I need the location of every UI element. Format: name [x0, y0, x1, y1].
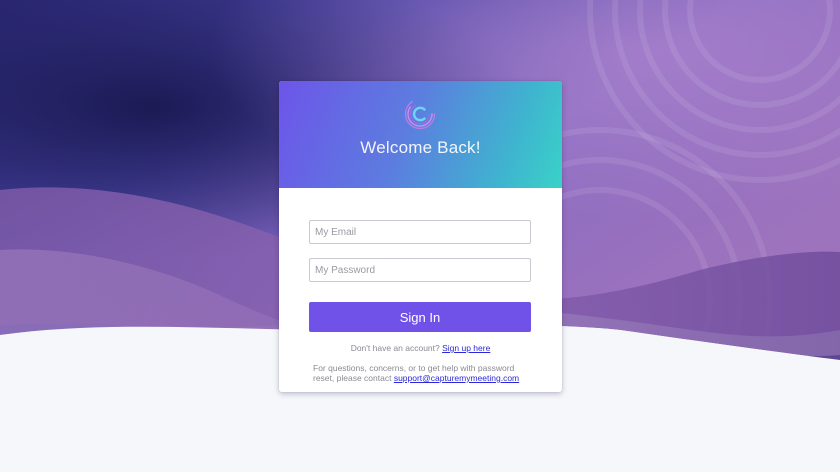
login-card: Welcome Back! Sign In Don't have an acco…	[279, 81, 562, 392]
support-email-link[interactable]: support@capturemymeeting.com	[394, 373, 519, 383]
sign-in-button[interactable]: Sign In	[309, 302, 531, 332]
login-page: Welcome Back! Sign In Don't have an acco…	[0, 0, 840, 472]
capture-logo-icon	[404, 98, 436, 130]
email-input[interactable]	[309, 220, 531, 244]
support-help-text: For questions, concerns, or to get help …	[313, 363, 533, 383]
signup-prompt: Don't have an account? Sign up here	[279, 343, 562, 353]
signup-prompt-text: Don't have an account?	[350, 343, 440, 353]
welcome-heading: Welcome Back!	[360, 138, 481, 157]
card-header: Welcome Back!	[279, 81, 562, 188]
password-input[interactable]	[309, 258, 531, 282]
sign-up-link[interactable]: Sign up here	[442, 343, 490, 353]
